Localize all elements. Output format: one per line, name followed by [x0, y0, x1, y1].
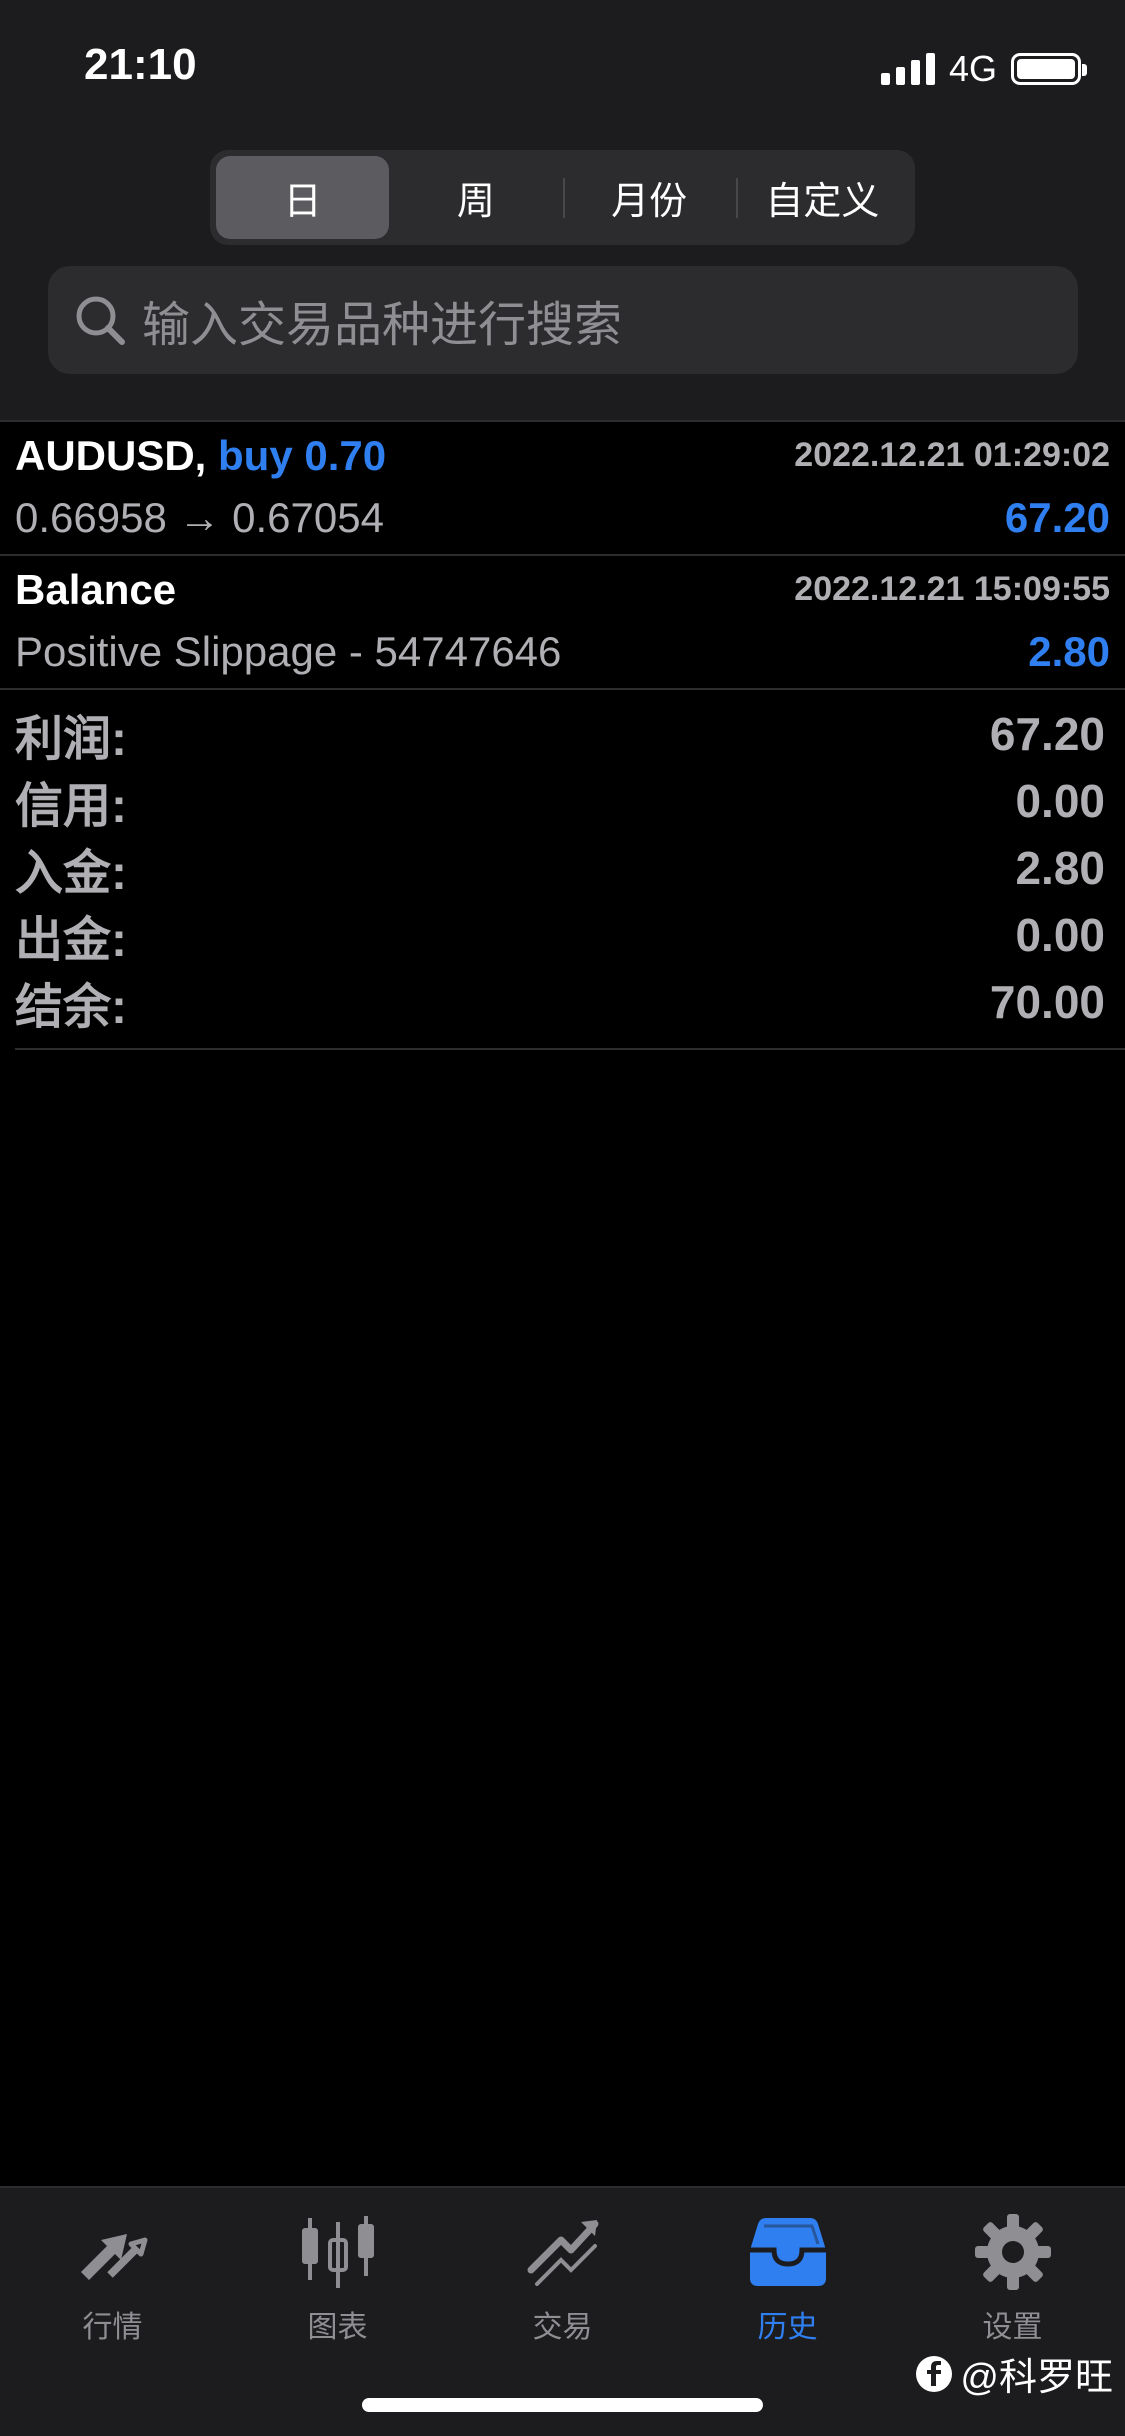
- summary-label: 结余:: [15, 980, 127, 1034]
- gear-icon: [974, 2214, 1051, 2290]
- history-inbox-icon: [749, 2218, 826, 2286]
- tab-settings[interactable]: 设置: [900, 2210, 1125, 2346]
- tab-charts[interactable]: 图表: [225, 2210, 450, 2346]
- deal-symbol: AUDUSD,: [15, 432, 207, 479]
- summary-row-deposit: 入金: 2.80: [15, 834, 1110, 901]
- summary-value: 2.80: [1015, 841, 1105, 894]
- status-time: 21:10: [84, 40, 197, 89]
- deal-profit: 67.20: [1004, 494, 1110, 541]
- summary-row-credit: 信用: 0.00: [15, 767, 1110, 834]
- tab-label: 历史: [757, 2311, 818, 2344]
- deal-side: buy 0.70: [218, 432, 387, 479]
- summary-row-profit: 利润: 67.20: [15, 700, 1110, 767]
- deal-datetime: 2022.12.21 01:29:02: [794, 436, 1110, 474]
- trade-icon: [527, 2220, 598, 2286]
- watermark: @科罗旺: [914, 2346, 1113, 2401]
- summary-value: 67.20: [989, 707, 1105, 760]
- summary-value: 0.00: [1015, 908, 1105, 961]
- summary-label: 信用:: [15, 779, 127, 833]
- watermark-text: @科罗旺: [960, 2357, 1113, 2399]
- watermark-logo-icon: [916, 2355, 953, 2392]
- summary-value: 0.00: [1015, 774, 1105, 827]
- summary-label: 出金:: [15, 913, 127, 967]
- quotes-icon: [80, 2234, 147, 2280]
- period-tab-day[interactable]: 日: [216, 156, 390, 239]
- deal-profit: 2.80: [1028, 628, 1110, 675]
- summary-divider: [15, 1048, 1125, 1050]
- summary-label: 利润:: [15, 712, 127, 766]
- period-tab-custom[interactable]: 自定义: [735, 156, 909, 239]
- deal-comment: Positive Slippage - 54747646: [15, 628, 562, 675]
- period-segmented-control: 日 周 月份 自定义: [210, 150, 915, 245]
- summary-label: 入金:: [15, 846, 127, 900]
- status-indicators: 4G: [880, 48, 1087, 90]
- summary-row-balance: 结余: 70.00: [15, 968, 1110, 1035]
- battery-icon: [1011, 53, 1087, 85]
- deal-title: Balance: [15, 566, 176, 614]
- tab-history[interactable]: 历史: [675, 2210, 900, 2346]
- deal-datetime: 2022.12.21 15:09:55: [794, 570, 1110, 608]
- tab-label: 行情: [82, 2311, 143, 2344]
- network-type: 4G: [948, 48, 997, 89]
- history-summary: 利润: 67.20 信用: 0.00 入金: 2.80 出金: 0.00 结余:…: [15, 700, 1110, 1035]
- period-tab-week[interactable]: 周: [389, 156, 562, 239]
- chart-candles-icon: [301, 2216, 374, 2288]
- deal-row[interactable]: AUDUSD, buy 0.70 2022.12.21 01:29:02 0.6…: [0, 422, 1125, 556]
- tab-label: 设置: [982, 2311, 1043, 2344]
- home-indicator[interactable]: [362, 2398, 763, 2412]
- summary-row-withdrawal: 出金: 0.00: [15, 901, 1110, 968]
- deal-row[interactable]: Balance 2022.12.21 15:09:55 Positive Sli…: [0, 556, 1125, 690]
- tab-quotes[interactable]: 行情: [0, 2210, 225, 2346]
- search-placeholder: 输入交易品种进行搜索: [142, 299, 623, 352]
- cellular-signal-icon: [880, 53, 935, 85]
- deal-title: AUDUSD, buy 0.70: [15, 432, 386, 480]
- tab-label: 图表: [307, 2311, 368, 2344]
- deal-symbol: Balance: [15, 566, 177, 613]
- search-icon: [76, 296, 125, 345]
- period-tab-month[interactable]: 月份: [562, 156, 736, 239]
- deal-prices: 0.66958 → 0.67054: [15, 494, 384, 541]
- tab-trade[interactable]: 交易: [450, 2210, 675, 2346]
- tab-label: 交易: [532, 2311, 593, 2344]
- summary-value: 70.00: [989, 975, 1105, 1028]
- symbol-search-field[interactable]: 输入交易品种进行搜索: [48, 266, 1078, 374]
